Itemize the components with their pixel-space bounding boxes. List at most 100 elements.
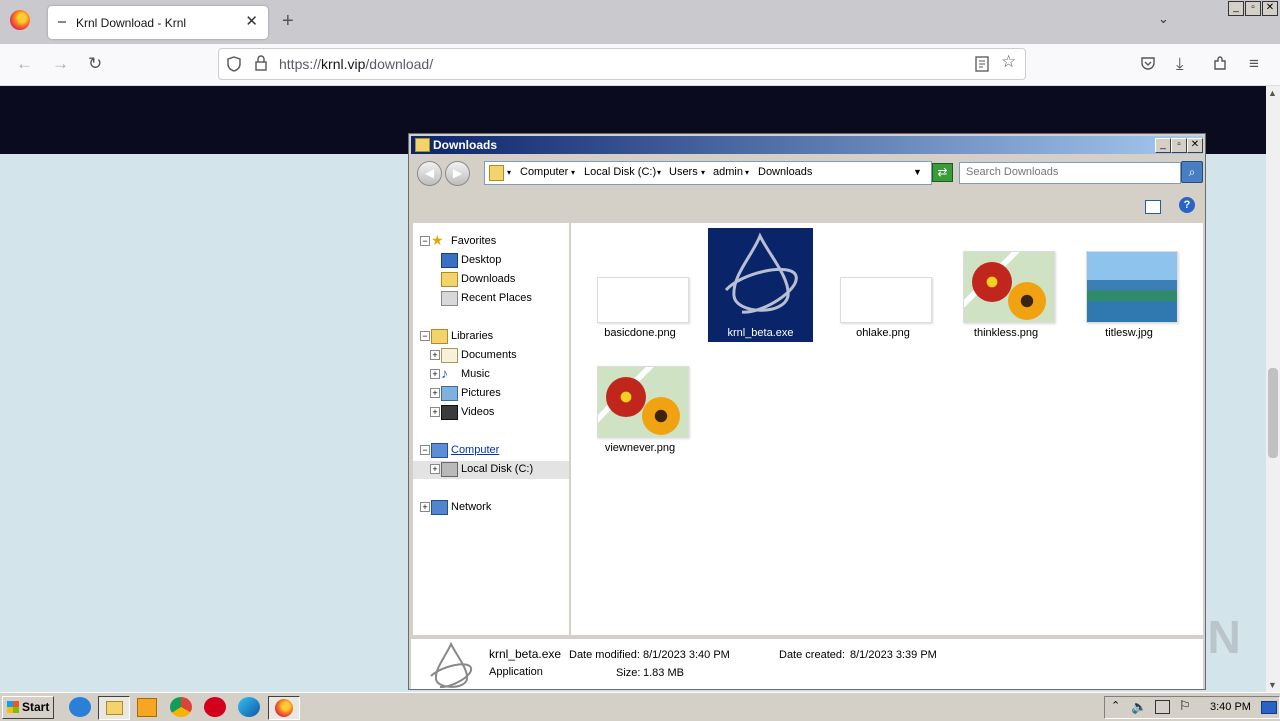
window-close-button[interactable]: ✕ — [1262, 1, 1278, 16]
network-icon — [431, 500, 448, 515]
internet-explorer-icon[interactable] — [69, 697, 91, 717]
explorer-back-button[interactable]: ◀ — [417, 161, 442, 186]
start-label: Start — [22, 700, 50, 714]
start-button[interactable]: Start — [2, 696, 54, 719]
collapse-icon[interactable]: − — [420, 445, 430, 455]
scroll-up-arrow-icon[interactable]: ▲ — [1268, 88, 1277, 98]
pocket-icon[interactable] — [1140, 56, 1156, 72]
taskbar-explorer-button[interactable] — [98, 696, 130, 720]
new-tab-button[interactable]: + — [282, 10, 294, 32]
command-bar: ? — [411, 190, 1203, 220]
breadcrumb-users[interactable]: Users — [669, 166, 698, 178]
address-dropdown-icon[interactable]: ▼ — [913, 167, 922, 177]
file-item[interactable]: viewnever.png — [585, 343, 695, 458]
scroll-down-arrow-icon[interactable]: ▼ — [1268, 680, 1277, 690]
back-arrow-icon[interactable]: ← — [16, 55, 33, 73]
expand-icon[interactable]: + — [430, 369, 440, 379]
volume-icon[interactable]: 🔈 — [1131, 699, 1147, 715]
page-scrollbar[interactable]: ▲ ▼ — [1266, 86, 1280, 692]
explorer-title-bar[interactable]: Downloads _ ▫ ✕ — [411, 136, 1203, 154]
file-item[interactable]: thinkless.png — [951, 228, 1061, 343]
tree-label: Downloads — [461, 273, 516, 285]
chrome-icon[interactable] — [170, 697, 192, 717]
clock[interactable]: 3:40 PM — [1210, 701, 1251, 713]
scrollbar-thumb[interactable] — [1268, 368, 1278, 458]
preview-pane-icon[interactable] — [1145, 200, 1161, 214]
explorer-minimize-button[interactable]: _ — [1155, 138, 1171, 153]
file-item-selected[interactable]: krnl_beta.exe — [708, 228, 813, 342]
expand-icon[interactable]: + — [430, 407, 440, 417]
reader-view-icon[interactable] — [975, 56, 989, 72]
refresh-icon[interactable]: ⇄ — [932, 163, 953, 182]
explorer-close-button[interactable]: ✕ — [1187, 138, 1203, 153]
lock-icon[interactable] — [255, 55, 267, 71]
breadcrumb-admin[interactable]: admin — [713, 166, 743, 178]
tree-item-computer[interactable]: − Computer — [413, 442, 569, 460]
browser-tab-active[interactable]: Krnl Download - Krnl ✕ — [48, 6, 268, 39]
explorer-forward-button[interactable]: ▶ — [445, 161, 470, 186]
breadcrumb-chevron-icon[interactable]: ▾ — [571, 168, 575, 177]
window-restore-button[interactable]: ▫ — [1245, 1, 1261, 16]
taskbar-firefox-button[interactable] — [268, 696, 300, 720]
star-icon: ★ — [431, 232, 444, 248]
tree-item-recent-places[interactable]: Recent Places — [413, 290, 569, 308]
extensions-puzzle-icon[interactable] — [1212, 56, 1228, 72]
media-player-icon[interactable] — [137, 698, 157, 717]
downloads-icon[interactable]: ⤓ — [1176, 55, 1184, 73]
breadcrumb-chevron-icon[interactable]: ▾ — [507, 168, 511, 177]
file-item[interactable]: titlesw.jpg — [1074, 228, 1184, 343]
address-row: ◀ ▶ ▾ Computer ▾ Local Disk (C:) ▾ Users… — [411, 156, 1203, 188]
folder-icon — [106, 701, 123, 715]
app-menu-hamburger-icon[interactable]: ≡ — [1249, 55, 1259, 73]
show-desktop-icon[interactable] — [1261, 701, 1277, 714]
tree-item-desktop[interactable]: Desktop — [413, 252, 569, 270]
file-item[interactable]: ohlake.png — [828, 228, 938, 343]
address-bar[interactable]: ▾ Computer ▾ Local Disk (C:) ▾ Users ▾ a… — [484, 161, 932, 185]
help-icon[interactable]: ? — [1179, 197, 1195, 213]
expand-icon[interactable]: + — [420, 502, 430, 512]
expand-icon[interactable]: + — [430, 388, 440, 398]
tree-item-documents[interactable]: + Documents — [413, 347, 569, 365]
forward-arrow-icon[interactable]: → — [52, 55, 69, 73]
breadcrumb-chevron-icon[interactable]: ▾ — [745, 168, 749, 177]
show-hidden-icons-icon[interactable]: ⌃ — [1111, 699, 1120, 712]
action-center-flag-icon[interactable]: ⚐ — [1179, 698, 1191, 714]
recent-places-icon — [441, 291, 458, 306]
search-box[interactable] — [959, 162, 1181, 184]
search-icon[interactable]: ⌕ — [1181, 161, 1203, 183]
tab-close-icon[interactable]: ✕ — [245, 13, 258, 31]
edge-icon[interactable] — [238, 697, 260, 717]
windows-logo-icon — [7, 701, 19, 713]
breadcrumb-computer[interactable]: Computer — [520, 166, 568, 178]
reload-icon[interactable]: ↻ — [88, 55, 102, 73]
breadcrumb-downloads[interactable]: Downloads — [758, 166, 812, 178]
bookmark-star-icon[interactable]: ☆ — [1001, 52, 1016, 72]
window-minimize-button[interactable]: _ — [1228, 1, 1244, 16]
collapse-icon[interactable]: − — [420, 236, 430, 246]
network-tray-icon[interactable] — [1155, 700, 1170, 714]
expand-icon[interactable]: + — [430, 464, 440, 474]
breadcrumb-chevron-icon[interactable]: ▾ — [701, 168, 705, 177]
tab-list-chevron-icon[interactable]: ⌄ — [1158, 11, 1169, 27]
opera-icon[interactable] — [204, 697, 226, 717]
file-list: basicdone.png krnl_beta.exe ohlake.png t… — [571, 223, 1203, 635]
expand-icon[interactable]: + — [430, 350, 440, 360]
tree-item-favorites[interactable]: − ★ Favorites — [413, 233, 569, 251]
tree-item-network[interactable]: + Network — [413, 499, 569, 517]
explorer-maximize-button[interactable]: ▫ — [1171, 138, 1187, 153]
tree-item-music[interactable]: + ♪ Music — [413, 366, 569, 384]
details-modified-label: Date modified: — [569, 649, 640, 661]
breadcrumb-local-disk[interactable]: Local Disk (C:) — [584, 166, 656, 178]
tree-item-videos[interactable]: + Videos — [413, 404, 569, 422]
search-input[interactable] — [960, 163, 1176, 181]
collapse-icon[interactable]: − — [420, 331, 430, 341]
file-item[interactable]: basicdone.png — [585, 228, 695, 343]
url-bar[interactable]: https://krnl.vip/download/ ☆ — [218, 48, 1026, 80]
tree-item-local-disk[interactable]: + Local Disk (C:) — [413, 461, 569, 479]
tree-item-pictures[interactable]: + Pictures — [413, 385, 569, 403]
tree-item-downloads[interactable]: Downloads — [413, 271, 569, 289]
tracking-shield-icon[interactable] — [227, 56, 241, 72]
breadcrumb-chevron-icon[interactable]: ▾ — [657, 168, 661, 177]
tree-item-libraries[interactable]: − Libraries — [413, 328, 569, 346]
url-text[interactable]: https://krnl.vip/download/ — [279, 56, 433, 72]
